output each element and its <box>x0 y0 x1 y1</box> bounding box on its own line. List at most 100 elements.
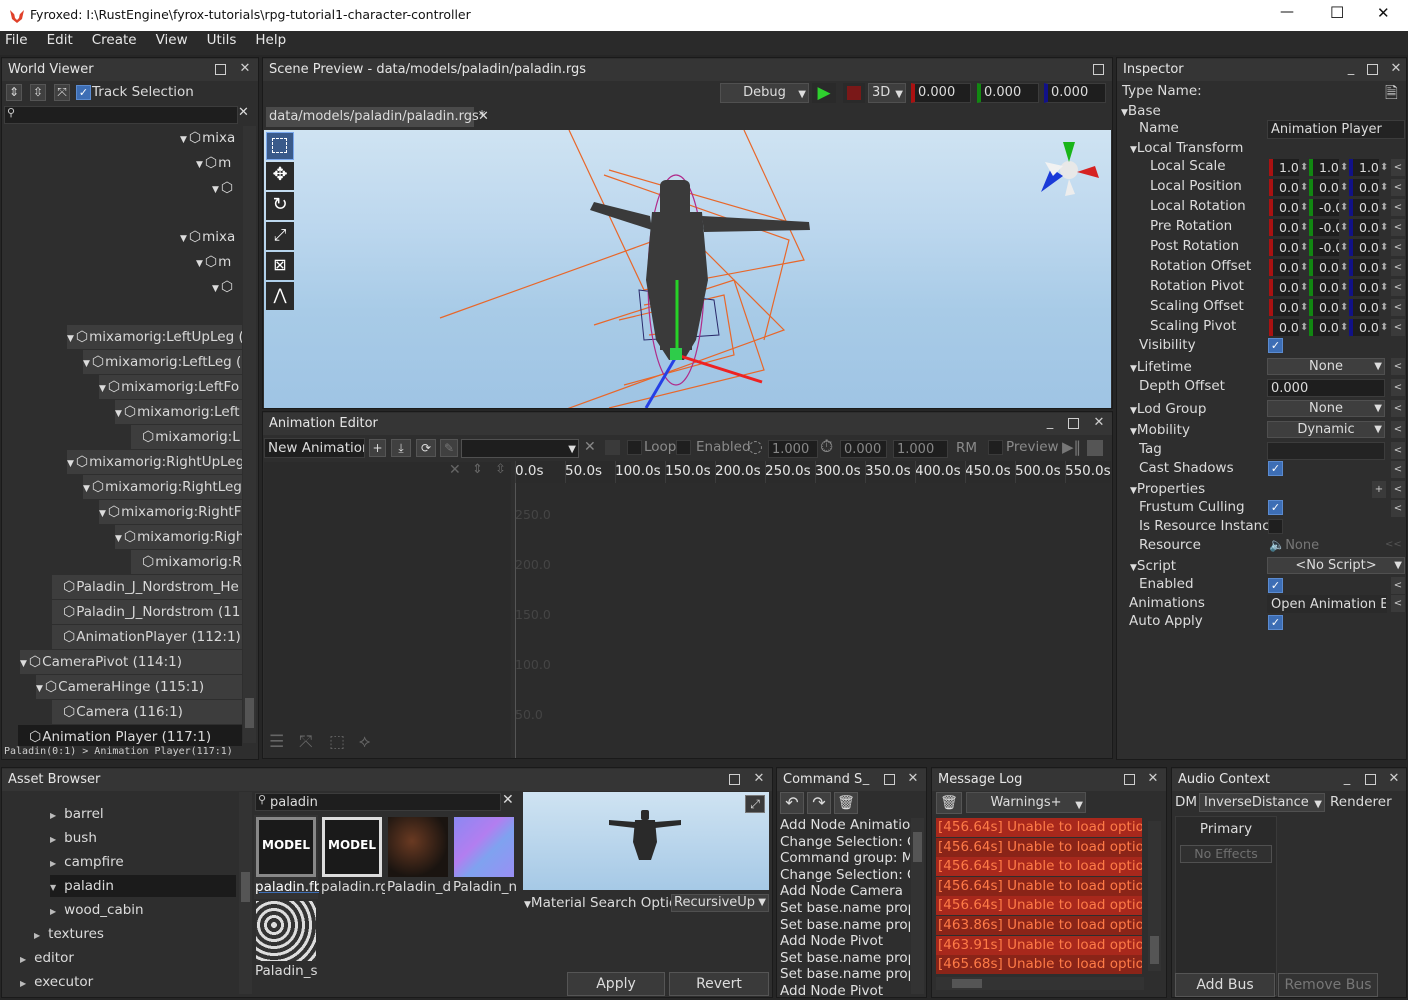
vector-z-input[interactable]: 0.0 <box>1349 319 1379 336</box>
mobility-section[interactable]: ▼Mobility <box>1130 422 1190 438</box>
command-item[interactable]: Set base.name prop <box>780 900 910 917</box>
navmesh-tool-icon[interactable]: ⊠ <box>266 252 294 280</box>
mobility-revert-icon[interactable]: < <box>1391 421 1405 438</box>
close-panel-icon[interactable]: ✕ <box>1146 772 1160 786</box>
spinner-icon[interactable]: ⬍ <box>1380 219 1388 236</box>
vector-z-input[interactable]: 0.0 <box>1349 179 1379 196</box>
spinner-icon[interactable]: ⬍ <box>1300 159 1308 176</box>
vector-x-input[interactable]: 0.0 <box>1269 219 1299 236</box>
spinner-icon[interactable]: ⬍ <box>1340 299 1348 316</box>
spinner-icon[interactable]: ⬍ <box>1380 319 1388 336</box>
folder-item[interactable]: ▶ editor <box>20 947 236 969</box>
lifetime-revert-icon[interactable]: < <box>1391 358 1405 375</box>
folder-item[interactable]: ▶ executor <box>20 971 236 993</box>
command-item[interactable]: Change Selection: G <box>780 834 910 851</box>
move-tool-icon[interactable]: ✥ <box>266 162 294 190</box>
revert-icon[interactable]: < <box>1391 179 1405 196</box>
preview-checkbox[interactable] <box>988 440 1003 455</box>
distance-model-select[interactable]: InverseDistance ▼ <box>1199 793 1325 812</box>
maximize-panel-icon[interactable] <box>1365 774 1376 785</box>
vector-x-input[interactable]: 0.0 <box>1269 199 1299 216</box>
scale-tool-icon[interactable]: ⤢ <box>266 222 294 250</box>
tree-item[interactable]: ▼ ⬡CameraPivot (114:1) <box>20 650 242 674</box>
vector-y-input[interactable]: -0.0 <box>1309 239 1339 256</box>
expand-arrow-icon[interactable]: ▼ <box>83 484 90 494</box>
close-panel-icon[interactable]: ✕ <box>1387 772 1401 786</box>
minimize-panel-icon[interactable]: _ <box>1043 416 1057 430</box>
spinner-icon[interactable]: ⬍ <box>1300 199 1308 216</box>
locate-selection-button[interactable]: ⤧ <box>54 84 70 101</box>
maximize-panel-icon[interactable] <box>884 774 895 785</box>
loop-toggle-icon[interactable] <box>605 440 620 455</box>
close-panel-icon[interactable]: ✕ <box>1092 416 1106 430</box>
tree-item[interactable]: ▼ ⬡mixa <box>180 126 242 150</box>
log-message[interactable]: [456.64s] Unable to load options <box>936 818 1142 837</box>
vector-y-input[interactable]: 1.0 <box>1309 159 1339 176</box>
spinner-icon[interactable]: ⬍ <box>1300 299 1308 316</box>
vector-z-input[interactable]: 0.0 <box>1349 299 1379 316</box>
chevron-right-icon[interactable]: ▶ <box>20 955 26 964</box>
expand-arrow-icon[interactable]: ▼ <box>99 384 106 394</box>
log-message[interactable]: [463.91s] Unable to load options <box>936 935 1142 955</box>
fit-curve-icon[interactable]: ⤧ <box>299 732 313 752</box>
revert-icon[interactable]: < <box>1391 239 1405 256</box>
close-panel-icon[interactable]: ✕ <box>1389 62 1403 76</box>
chevron-down-icon[interactable]: ▼ <box>50 883 56 892</box>
tree-item[interactable]: ⬡mixamorig:L <box>131 425 242 449</box>
tree-item[interactable]: ⬡Paladin_J_Nordstrom (11 <box>52 600 242 624</box>
vector-x-input[interactable]: 0.0 <box>1269 279 1299 296</box>
asset-file[interactable]: MODEL paladin.fb <box>254 815 319 899</box>
tree-item[interactable]: ▼ ⬡mixamorig:Left <box>115 400 242 424</box>
collapse-all-button[interactable]: ⇕ <box>6 84 22 101</box>
command-item[interactable]: Add Node Pivot <box>780 933 883 950</box>
chevron-right-icon[interactable]: ▶ <box>50 811 56 820</box>
expand-arrow-icon[interactable]: ▼ <box>83 359 90 369</box>
apply-button[interactable]: Apply <box>567 972 665 996</box>
new-animation-input[interactable]: New Animation <box>264 438 365 458</box>
menu-utils[interactable]: Utils <box>202 31 237 55</box>
spinner-icon[interactable]: ⬍ <box>1340 179 1348 196</box>
expand-arrow-icon[interactable]: ▼ <box>196 259 203 269</box>
command-item[interactable]: Command group: Mo <box>780 850 910 867</box>
asset-file[interactable]: Paladin_d <box>386 815 451 899</box>
remove-bus-button[interactable]: Remove Bus <box>1278 973 1378 997</box>
enabled-revert-icon[interactable]: < <box>1391 577 1405 594</box>
expand-arrow-icon[interactable]: ▼ <box>115 534 122 544</box>
menu-view[interactable]: View <box>151 31 188 55</box>
is-resource-checkbox[interactable] <box>1268 519 1283 534</box>
lifetime-section[interactable]: ▼Lifetime <box>1130 359 1192 375</box>
properties-revert-icon[interactable]: < <box>1391 481 1405 498</box>
maximize-button[interactable]: ☐ <box>1330 3 1344 22</box>
depth-offset-input[interactable]: 0.000 <box>1267 379 1385 397</box>
play-icon[interactable]: ▶ <box>812 83 836 103</box>
asset-file[interactable]: Paladin_s <box>254 899 318 983</box>
select-tool-icon[interactable] <box>266 132 294 160</box>
material-search-options[interactable]: ▼Material Search Optio <box>524 895 677 911</box>
asset-file[interactable]: Paladin_n <box>452 815 517 899</box>
base-section[interactable]: ▼Base <box>1121 103 1161 119</box>
spinner-icon[interactable]: ⬍ <box>1380 259 1388 276</box>
vector-y-input[interactable]: 0.0 <box>1309 259 1339 276</box>
spinner-icon[interactable]: ⬍ <box>1300 219 1308 236</box>
clear-search-icon[interactable]: ✕ <box>238 105 249 120</box>
enabled-checkbox[interactable] <box>676 440 691 455</box>
command-item[interactable]: Set base.name prop <box>780 966 910 983</box>
rotate-tool-icon[interactable]: ↻ <box>266 192 294 220</box>
bus-primary[interactable]: Primary No Effects <box>1175 816 1277 996</box>
vector-z-input[interactable]: 0.0 <box>1349 199 1379 216</box>
camera-y-input[interactable]: 0.000 <box>977 83 1039 103</box>
vector-y-input[interactable]: -0.0 <box>1309 219 1339 236</box>
add-bus-button[interactable]: Add Bus <box>1175 973 1275 997</box>
minimize-panel-icon[interactable]: _ <box>859 772 873 786</box>
add-animation-button[interactable]: + <box>369 439 386 457</box>
command-item[interactable]: Change Selection: G <box>780 867 910 884</box>
log-message[interactable]: [456.64s] Unable to load options <box>936 896 1142 916</box>
vector-y-input[interactable]: 0.0 <box>1309 279 1339 296</box>
spinner-icon[interactable]: ⬍ <box>1380 239 1388 256</box>
revert-icon[interactable]: < <box>1391 279 1405 296</box>
docs-icon[interactable]: 🗎 <box>1385 82 1398 109</box>
vector-z-input[interactable]: 0.0 <box>1349 279 1379 296</box>
close-button[interactable]: ✕ <box>1377 4 1390 22</box>
camera-z-input[interactable]: 0.000 <box>1044 83 1106 103</box>
curve-tool-icon[interactable]: ⟡ <box>359 732 370 752</box>
